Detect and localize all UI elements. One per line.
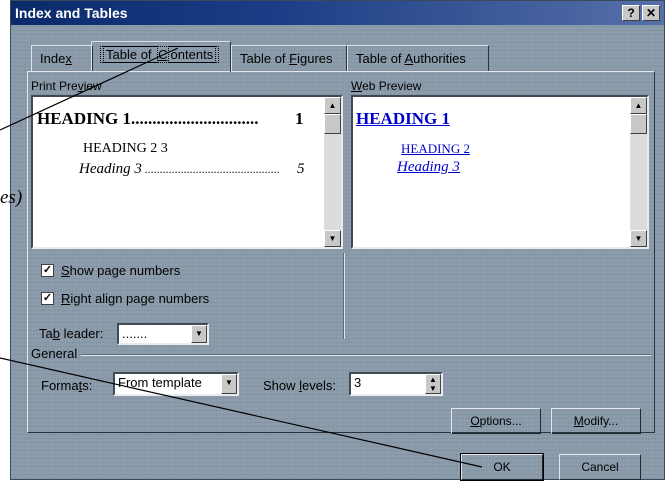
tab-accel: C (158, 47, 168, 62)
background-text-fragment: es) (0, 187, 22, 209)
tab-table-of-contents[interactable]: Table of Contents (91, 41, 231, 72)
annotation-lines (0, 47, 483, 468)
background-text: es) (0, 187, 23, 208)
tab-label: Table of (103, 46, 159, 63)
annotation-line-ok (0, 357, 483, 468)
tab-focus-frame: Table of Contents (100, 46, 220, 63)
tab-label-rest: ontents (167, 46, 217, 63)
